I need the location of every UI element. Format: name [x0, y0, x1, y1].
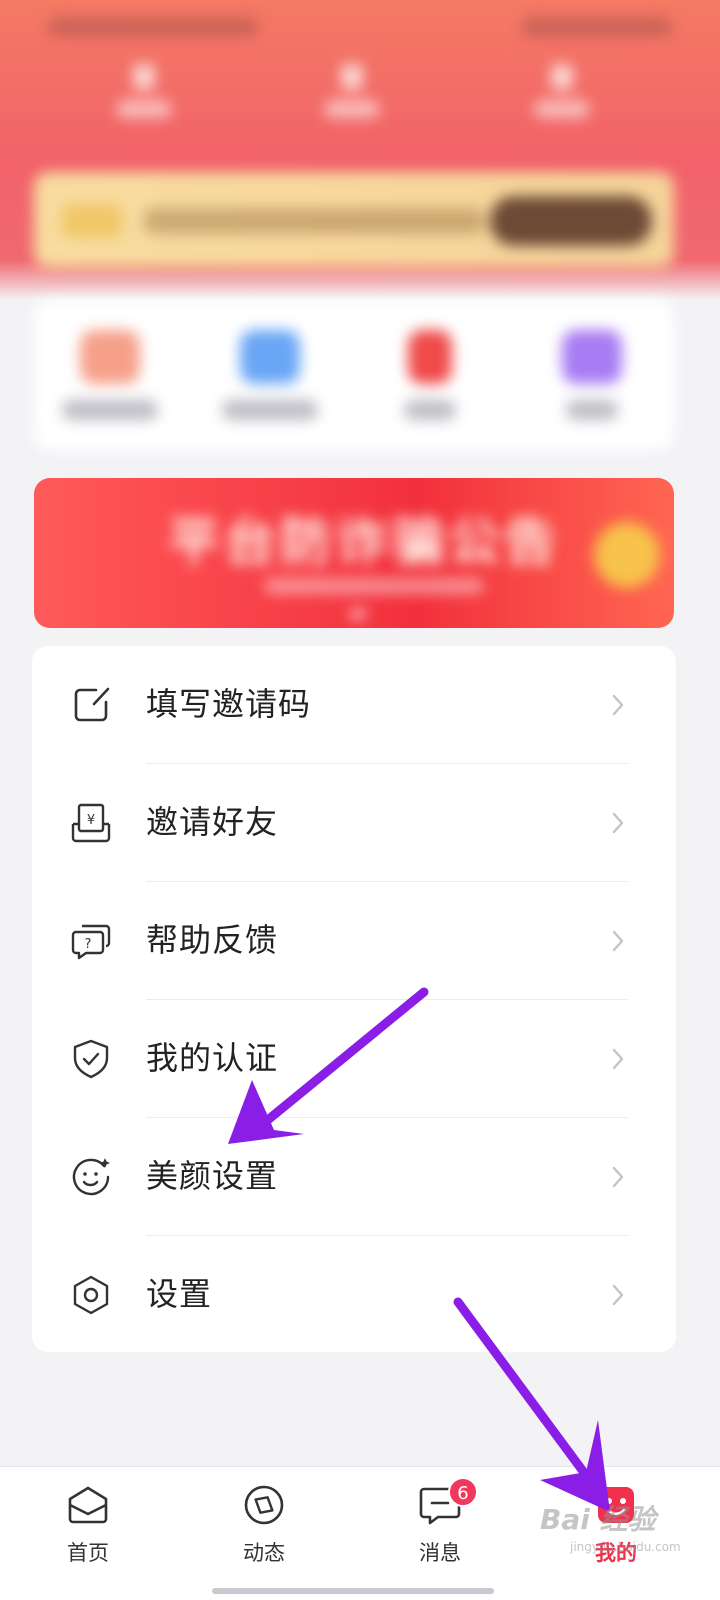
chevron-right-icon: [612, 930, 624, 952]
profile-stat[interactable]: [84, 58, 204, 118]
menu-item-invite-friends[interactable]: ¥ 邀请好友: [32, 764, 676, 882]
quick-action-item[interactable]: [542, 330, 642, 420]
compass-icon: [244, 1485, 284, 1525]
quick-action-icon: [408, 330, 452, 384]
gear-icon: [73, 1275, 109, 1315]
watermark: Bai 经验: [540, 1503, 656, 1536]
search-icon: [80, 330, 140, 384]
svg-text:?: ?: [85, 937, 92, 952]
profile-stats-row: [0, 58, 720, 148]
invite-gift-icon: ¥: [71, 803, 111, 843]
chevron-right-icon: [612, 694, 624, 716]
nav-label: 动态: [243, 1541, 285, 1565]
vip-open-button[interactable]: [490, 196, 652, 246]
edit-icon: [74, 687, 110, 722]
menu-item-beauty-settings[interactable]: 美颜设置: [32, 1118, 676, 1236]
profile-page: 平台防诈骗公告 填写邀请码 ¥ 邀请好友 ? 帮助反馈 我的认证 美颜设置 设置…: [0, 0, 720, 1600]
menu-item-label: 美颜设置: [146, 1157, 279, 1195]
shield-check-icon: [73, 1039, 109, 1079]
promo-badge: [594, 522, 660, 588]
status-bar: [40, 12, 680, 42]
menu-item-label: 设置: [146, 1275, 213, 1313]
menu-item-label: 填写邀请码: [146, 685, 312, 723]
home-icon: [68, 1486, 108, 1524]
menu-item-help-feedback[interactable]: ? 帮助反馈: [32, 882, 676, 1000]
help-chat-icon: ?: [71, 924, 111, 960]
chevron-right-icon: [612, 1166, 624, 1188]
svg-text:¥: ¥: [87, 813, 95, 828]
home-indicator[interactable]: [212, 1588, 494, 1594]
status-bar-right: [522, 18, 672, 36]
menu-item-label: 帮助反馈: [146, 921, 279, 959]
quick-action-item[interactable]: [60, 330, 160, 420]
menu-item-label: 邀请好友: [146, 803, 279, 841]
quick-action-icon: [562, 330, 622, 384]
nav-label: 消息: [419, 1541, 461, 1565]
nav-item-home[interactable]: 首页: [28, 1483, 148, 1567]
quick-action-item[interactable]: [220, 330, 320, 420]
nav-item-messages[interactable]: 6 消息: [380, 1477, 500, 1567]
profile-stat[interactable]: [292, 58, 412, 118]
quick-action-icon: [240, 330, 300, 384]
anti-fraud-banner[interactable]: 平台防诈骗公告: [34, 478, 674, 628]
promo-subtitle: [264, 578, 484, 594]
vip-banner-text: [144, 208, 484, 234]
vip-banner[interactable]: [34, 172, 674, 268]
beauty-face-icon: [72, 1158, 110, 1196]
carousel-indicator: [350, 610, 366, 618]
nav-item-feed[interactable]: 动态: [204, 1483, 324, 1567]
chevron-right-icon: [612, 1048, 624, 1070]
menu-card: 填写邀请码 ¥ 邀请好友 ? 帮助反馈 我的认证 美颜设置 设置: [32, 646, 676, 1352]
quick-action-item[interactable]: [380, 330, 480, 420]
menu-item-verification[interactable]: 我的认证: [32, 1000, 676, 1118]
menu-item-invite-code[interactable]: 填写邀请码: [32, 646, 676, 764]
vip-icon: [62, 204, 122, 238]
menu-item-settings[interactable]: 设置: [32, 1236, 676, 1354]
menu-item-label: 我的认证: [146, 1039, 279, 1077]
unread-badge: 6: [448, 1477, 478, 1507]
anti-fraud-banner-content: 平台防诈骗公告: [34, 478, 674, 628]
promo-title: 平台防诈骗公告: [167, 513, 560, 573]
nav-label: 首页: [67, 1541, 109, 1565]
status-bar-left: [48, 18, 258, 36]
chevron-right-icon: [612, 812, 624, 834]
watermark-url: jingyan.baidu.com: [570, 1540, 681, 1554]
chevron-right-icon: [612, 1284, 624, 1306]
profile-stat[interactable]: [502, 58, 622, 118]
quick-actions-row: [34, 300, 674, 450]
